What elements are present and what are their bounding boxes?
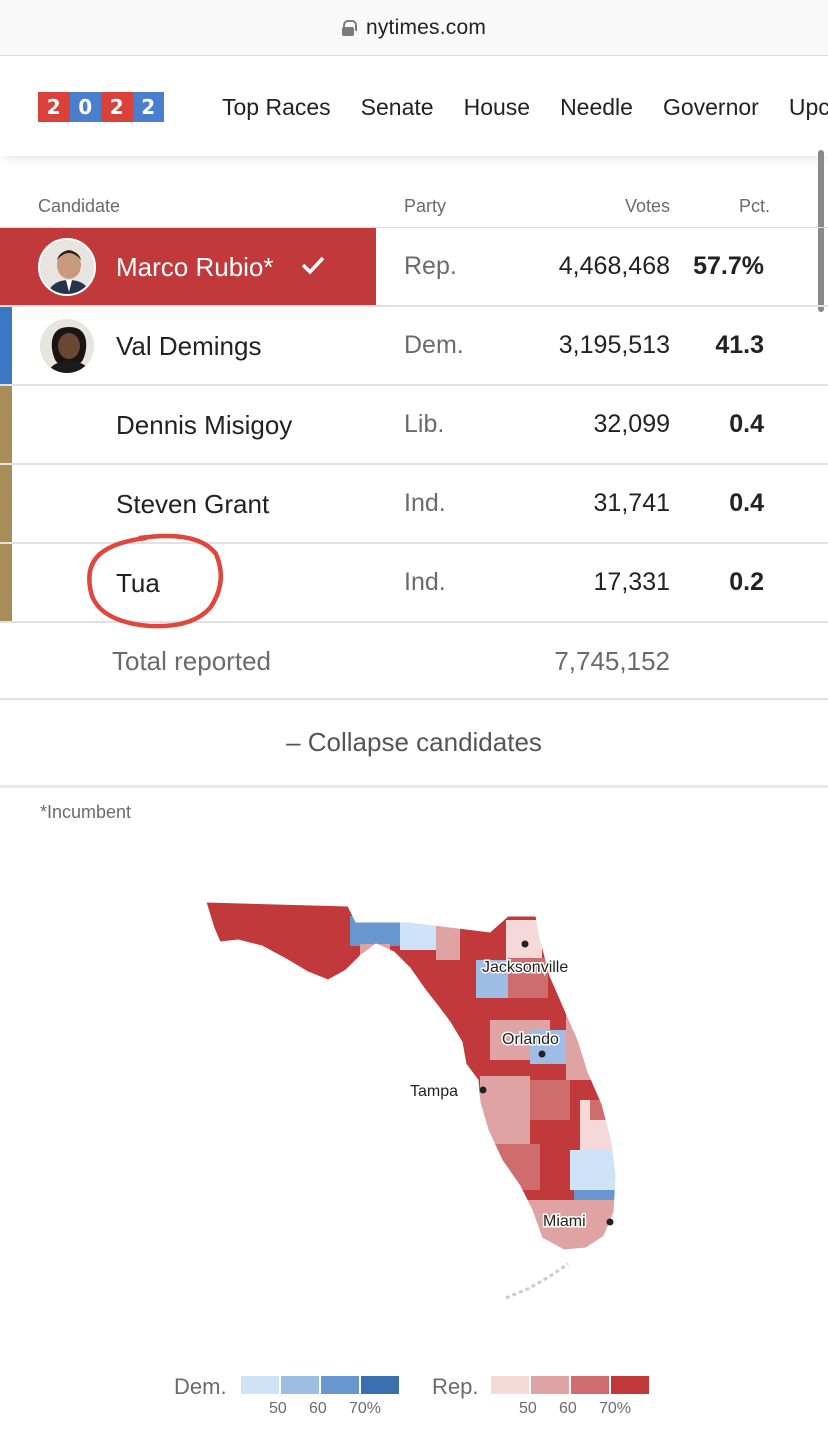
candidate-votes: 4,468,468 [558,252,670,280]
avatar [38,317,96,375]
party-color-bar [0,544,12,621]
url-text: nytimes.com [365,15,487,39]
city-label-jacksonville: Jacksonville [482,959,568,976]
candidate-name: Val Demings [116,331,262,361]
header-votes: Votes [624,196,670,216]
city-label-orlando: Orlando [502,1031,559,1048]
legend-tick: 70% [349,1400,382,1417]
table-row: Val Demings Dem. 3,195,513 41.3 [0,307,828,386]
legend-tick: 70% [599,1400,632,1417]
legend-rep-swatch [531,1376,569,1394]
legend-dem-label: Dem. [174,1374,227,1399]
header-party: Party [404,196,447,216]
candidate-party: Ind. [404,489,446,517]
florida-county-map[interactable]: Jacksonville Orlando Tampa Miami [190,880,640,1320]
legend-tick: 50 [519,1400,537,1417]
header-candidate: Candidate [38,196,121,216]
avatar [38,238,96,296]
legend-dem-swatch [321,1376,359,1394]
candidate-party: Ind. [404,568,446,596]
city-label-tampa: Tampa [410,1083,458,1100]
checkmark-icon [300,254,326,281]
logo-digit: 2 [101,92,133,122]
table-row: Marco Rubio* Rep. 4,468,468 57.7% [0,228,828,307]
logo-digit: 2 [132,92,164,122]
candidate-pct: 0.4 [729,489,764,517]
logo-digit: 2 [38,92,70,122]
candidate-votes: 3,195,513 [558,331,670,359]
table-row: Tua Ind. 17,331 0.2 [0,533,828,629]
nav-link-top-races[interactable]: Top Races [222,94,331,121]
election-2022-logo[interactable]: 2 0 2 2 [38,92,164,122]
nav-links: Top Races Senate House Needle Governor U… [222,94,828,121]
candidate-votes: 32,099 [593,410,670,438]
legend-tick: 50 [269,1400,287,1417]
party-color-bar [0,386,12,463]
candidate-pct: 57.7% [693,252,764,280]
legend-dem-swatch [281,1376,319,1394]
city-label-miami: Miami [543,1213,586,1230]
total-label: Total reported [112,646,271,676]
table-row: Dennis Misigoy Lib. 32,099 0.4 [0,386,828,465]
candidate-name: Steven Grant [116,489,270,519]
map-legend: Dem. 50 60 70% Rep. 50 60 70% [0,1368,828,1428]
nav-link-needle[interactable]: Needle [560,94,633,121]
legend-tick: 60 [559,1400,577,1417]
candidate-votes: 31,741 [593,489,670,517]
header-pct: Pct. [738,196,770,216]
candidate-pct: 41.3 [715,331,764,359]
logo-digit: 0 [69,92,101,122]
candidate-name: Dennis Misigoy [116,410,293,440]
legend-rep-swatch [491,1376,529,1394]
legend-dem-swatch [361,1376,399,1394]
candidate-party: Rep. [404,252,457,280]
legend-tick: 60 [309,1400,327,1417]
candidate-party: Dem. [404,331,464,359]
collapse-candidates-button[interactable]: – Collapse candidates [0,700,828,788]
legend-rep-swatch [571,1376,609,1394]
results-table-header: Candidate Party Votes Pct. [0,156,828,228]
nav-link-house[interactable]: House [464,94,530,121]
nav-link-senate[interactable]: Senate [361,94,434,121]
nav-link-upcoming[interactable]: Upc [789,94,828,121]
candidate-party: Lib. [404,410,445,438]
lock-icon [341,19,357,36]
total-votes: 7,745,152 [554,646,670,676]
candidate-pct: 0.4 [729,410,764,438]
nav-link-governor[interactable]: Governor [663,94,759,121]
incumbent-footnote: *Incumbent [40,802,132,822]
legend-rep-label: Rep. [432,1374,479,1399]
top-navigation: 2 0 2 2 Top Races Senate House Needle Go… [0,58,828,156]
address-bar[interactable]: nytimes.com [0,0,828,56]
legend-dem-swatch [241,1376,279,1394]
total-reported-row: Total reported 7,745,152 [0,622,828,700]
party-color-bar [0,465,12,542]
candidate-name: Marco Rubio* [116,252,274,282]
party-color-bar [0,307,12,384]
candidate-pct: 0.2 [729,568,764,596]
legend-rep-swatch [611,1376,649,1394]
candidate-votes: 17,331 [593,568,670,596]
red-circle-annotation [87,533,224,629]
